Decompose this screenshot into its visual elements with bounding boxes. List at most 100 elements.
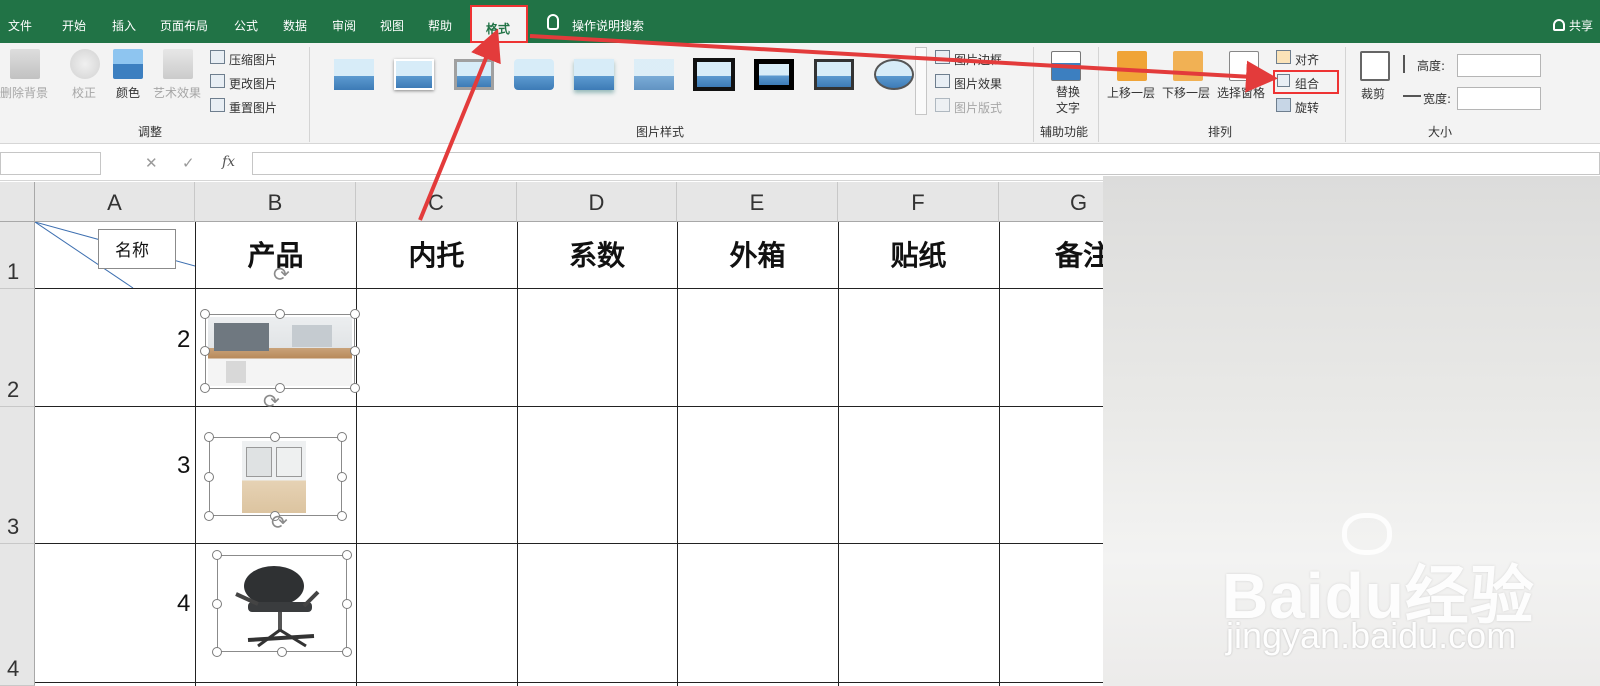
menu-help[interactable]: 帮助 <box>428 17 452 34</box>
resize-handle[interactable] <box>212 550 222 560</box>
rotate-handle-icon[interactable]: ⟳ <box>273 264 290 284</box>
insert-function-icon[interactable]: fx <box>222 154 235 170</box>
style-thumb-3[interactable] <box>454 59 494 90</box>
style-thumb-7[interactable] <box>693 58 735 91</box>
corrections-button[interactable]: 校正 <box>72 84 96 101</box>
selection-pane-icon[interactable] <box>1229 51 1259 81</box>
alt-text-button[interactable]: 替换 <box>1056 83 1080 100</box>
col-header-f[interactable]: F <box>838 182 999 222</box>
resize-handle[interactable] <box>204 472 214 482</box>
resize-handle[interactable] <box>350 383 360 393</box>
resize-handle[interactable] <box>204 432 214 442</box>
compress-pictures-button[interactable]: 压缩图片 <box>229 51 277 68</box>
style-thumb-1[interactable] <box>334 59 374 90</box>
resize-handle[interactable] <box>200 383 210 393</box>
picture-layout-icon <box>935 98 950 112</box>
style-thumb-2[interactable] <box>394 59 434 90</box>
rotate-handle-icon[interactable]: ⟳ <box>263 391 280 411</box>
send-backward-button[interactable]: 下移一层 <box>1162 84 1210 101</box>
row-header-1[interactable]: 1 <box>0 222 35 289</box>
picture-layout-button[interactable]: 图片版式 <box>954 99 1002 116</box>
cancel-icon[interactable]: ✕ <box>145 154 158 172</box>
row-header-3[interactable]: 3 <box>0 407 35 544</box>
col-header-e[interactable]: E <box>677 182 838 222</box>
remove-background-icon[interactable] <box>10 49 40 79</box>
resize-handle[interactable] <box>212 599 222 609</box>
selection-pane-button[interactable]: 选择窗格 <box>1217 84 1265 101</box>
artistic-effects-icon[interactable] <box>163 49 193 79</box>
resize-handle[interactable] <box>204 511 214 521</box>
col-header-c[interactable]: C <box>356 182 517 222</box>
resize-handle[interactable] <box>350 309 360 319</box>
gallery-scroll[interactable] <box>915 47 927 115</box>
resize-handle[interactable] <box>337 472 347 482</box>
search-box[interactable]: 操作说明搜索 <box>572 17 644 34</box>
rotate-handle-icon[interactable]: ⟳ <box>271 512 288 532</box>
crop-icon[interactable] <box>1360 51 1390 81</box>
cell-a2-value: 2 <box>177 326 191 353</box>
name-box[interactable] <box>0 152 101 175</box>
style-thumb-8[interactable] <box>754 59 794 90</box>
style-thumb-6[interactable] <box>634 59 674 90</box>
resize-handle[interactable] <box>342 647 352 657</box>
menu-view[interactable]: 视图 <box>380 17 404 34</box>
send-backward-icon[interactable] <box>1173 51 1203 81</box>
resize-handle[interactable] <box>337 511 347 521</box>
bring-forward-button[interactable]: 上移一层 <box>1107 84 1155 101</box>
alt-text-icon[interactable] <box>1051 51 1081 81</box>
resize-handle[interactable] <box>200 346 210 356</box>
picture-desk[interactable] <box>205 314 355 389</box>
resize-handle[interactable] <box>350 346 360 356</box>
artistic-effects-button[interactable]: 艺术效果 <box>153 84 201 101</box>
picture-styles-gallery[interactable] <box>322 43 914 121</box>
col-header-b[interactable]: B <box>195 182 356 222</box>
resize-handle[interactable] <box>277 647 287 657</box>
menu-formulas[interactable]: 公式 <box>234 17 258 34</box>
menu-home[interactable]: 开始 <box>62 17 86 34</box>
resize-handle[interactable] <box>200 309 210 319</box>
menu-review[interactable]: 审阅 <box>332 17 356 34</box>
enter-icon[interactable]: ✓ <box>182 154 195 172</box>
align-button[interactable]: 对齐 <box>1295 51 1319 68</box>
style-thumb-9[interactable] <box>814 59 854 90</box>
row-header-4[interactable]: 4 <box>0 544 35 686</box>
bring-forward-icon[interactable] <box>1117 51 1147 81</box>
resize-handle[interactable] <box>342 550 352 560</box>
cabinet-image <box>242 441 306 513</box>
color-button[interactable]: 颜色 <box>116 84 140 101</box>
crop-button[interactable]: 裁剪 <box>1361 85 1385 102</box>
width-input[interactable] <box>1457 87 1541 110</box>
change-picture-button[interactable]: 更改图片 <box>229 75 277 92</box>
picture-cabinet[interactable] <box>209 437 342 516</box>
style-thumb-4[interactable] <box>514 59 554 90</box>
menu-page-layout[interactable]: 页面布局 <box>160 17 208 34</box>
style-thumb-5[interactable] <box>574 59 614 90</box>
menu-file[interactable]: 文件 <box>8 17 32 34</box>
menu-data[interactable]: 数据 <box>283 17 307 34</box>
rotate-button[interactable]: 旋转 <box>1295 99 1319 116</box>
reset-picture-icon <box>210 98 225 112</box>
resize-handle[interactable] <box>342 599 352 609</box>
menu-insert[interactable]: 插入 <box>112 17 136 34</box>
select-all-corner[interactable] <box>0 182 35 222</box>
picture-effects-button[interactable]: 图片效果 <box>954 75 1002 92</box>
remove-background-button[interactable]: 删除背景 <box>0 84 48 101</box>
picture-border-button[interactable]: 图片边框 <box>954 51 1002 68</box>
resize-handle[interactable] <box>270 432 280 442</box>
picture-chair[interactable] <box>217 555 347 652</box>
ribbon: 删除背景 校正 颜色 艺术效果 压缩图片 更改图片 重置图片 调整 图片边框 图… <box>0 43 1600 144</box>
tab-format[interactable]: 格式 <box>470 5 528 43</box>
row-header-2[interactable]: 2 <box>0 289 35 407</box>
resize-handle[interactable] <box>212 647 222 657</box>
col-header-d[interactable]: D <box>517 182 677 222</box>
col-header-a[interactable]: A <box>35 182 195 222</box>
share-button[interactable]: 共享 <box>1569 17 1593 34</box>
color-icon[interactable] <box>113 49 143 79</box>
style-thumb-10[interactable] <box>874 59 914 90</box>
reset-picture-button[interactable]: 重置图片 <box>229 99 277 116</box>
resize-handle[interactable] <box>275 309 285 319</box>
height-input[interactable] <box>1457 54 1541 77</box>
formula-input[interactable] <box>252 152 1600 175</box>
resize-handle[interactable] <box>337 432 347 442</box>
corrections-icon[interactable] <box>70 49 100 79</box>
